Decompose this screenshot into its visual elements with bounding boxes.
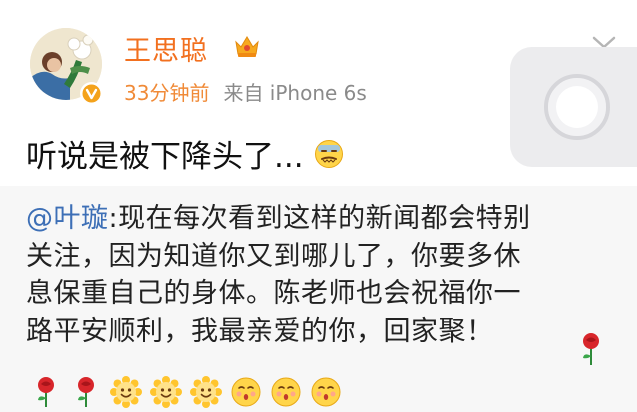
flower-face-icon	[150, 376, 182, 408]
emoji-row	[30, 376, 342, 408]
rose-icon	[578, 332, 604, 366]
weibo-post: 王思聪 33分钟前 来自 iPhone 6s 听说是被下降头了...	[0, 0, 637, 186]
username[interactable]: 王思聪	[124, 29, 208, 68]
embarrassed-emoji-icon	[314, 139, 344, 169]
post-source: 来自 iPhone 6s	[223, 81, 367, 105]
rose-icon	[70, 376, 102, 408]
kiss-face-icon	[230, 376, 262, 408]
kiss-face-icon	[270, 376, 302, 408]
post-meta: 33分钟前 来自 iPhone 6s	[124, 77, 367, 106]
flower-face-icon	[190, 376, 222, 408]
comment-line: 路平安顺利，我最亲爱的你，回家聚！	[26, 315, 494, 347]
placeholder-circle-icon	[544, 74, 610, 140]
comment-line: 息保重自己的身体。陈老师也会祝福你一	[26, 278, 521, 309]
rose-icon	[30, 376, 62, 408]
comment-text: @叶璇:现在每次看到这样的新闻都会特别 关注，因为知道你又到哪儿了，你要多休 息…	[26, 200, 626, 350]
post-text: 听说是被下降头了...	[26, 131, 344, 176]
post-time: 33分钟前	[124, 81, 210, 105]
crown-icon	[233, 32, 261, 60]
kiss-face-icon	[310, 376, 342, 408]
flower-face-icon	[110, 376, 142, 408]
comment-line: 关注，因为知道你又到哪儿了，你要多休	[26, 240, 521, 272]
media-placeholder	[510, 47, 637, 167]
post-body: 听说是被下降头了...	[26, 139, 304, 175]
comment-line: :现在每次看到这样的新闻都会特别	[108, 203, 531, 234]
verified-badge-icon	[80, 82, 103, 105]
comment-block: @叶璇:现在每次看到这样的新闻都会特别 关注，因为知道你又到哪儿了，你要多休 息…	[0, 186, 637, 412]
mention-link[interactable]: @叶璇	[26, 203, 109, 234]
